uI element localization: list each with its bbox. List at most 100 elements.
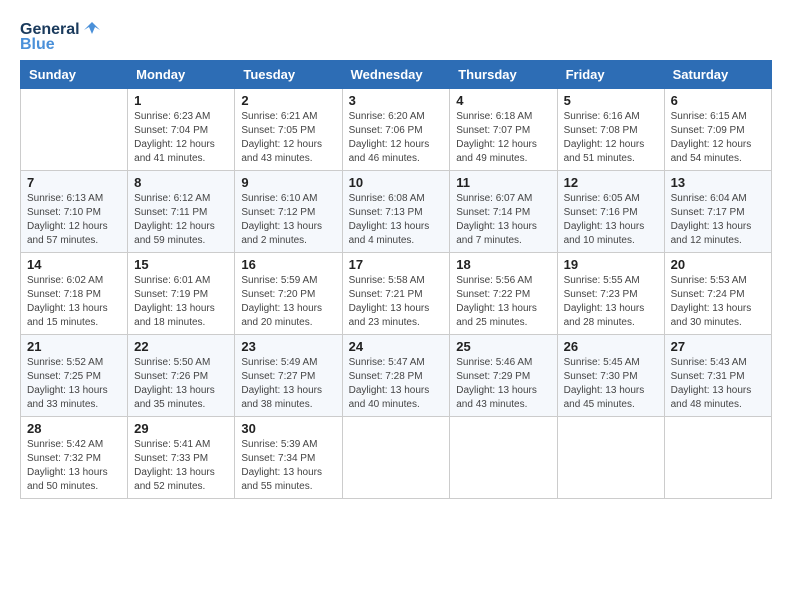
- calendar-week-row: 14 Sunrise: 6:02 AM Sunset: 7:18 PM Dayli…: [21, 253, 772, 335]
- calendar-day-cell: 19 Sunrise: 5:55 AM Sunset: 7:23 PM Dayli…: [557, 253, 664, 335]
- calendar-day-cell: 27 Sunrise: 5:43 AM Sunset: 7:31 PM Dayli…: [664, 335, 771, 417]
- calendar-day-cell: 20Sunrise: 5:53 AM Sunset: 7:24 PM Dayli…: [664, 253, 771, 335]
- calendar-day-cell: 5 Sunrise: 6:16 AM Sunset: 7:08 PM Daylig…: [557, 89, 664, 171]
- calendar-day-cell: 7 Sunrise: 6:13 AM Sunset: 7:10 PM Daylig…: [21, 171, 128, 253]
- calendar-header-cell: Monday: [128, 61, 235, 89]
- day-info: Sunrise: 6:07 AM Sunset: 7:14 PM Dayligh…: [456, 192, 550, 248]
- day-number: 13: [671, 175, 765, 190]
- day-number: 8: [134, 175, 228, 190]
- day-number: 18: [456, 257, 550, 272]
- day-number: 21: [27, 339, 121, 354]
- calendar-day-cell: [664, 417, 771, 499]
- calendar-day-cell: 24 Sunrise: 5:47 AM Sunset: 7:28 PM Dayli…: [342, 335, 450, 417]
- calendar-week-row: 21 Sunrise: 5:52 AM Sunset: 7:25 PM Dayli…: [21, 335, 772, 417]
- logo: General Blue: [20, 20, 102, 54]
- day-info: Sunrise: 5:47 AM Sunset: 7:28 PM Dayligh…: [349, 356, 444, 412]
- calendar-day-cell: 28Sunrise: 5:42 AM Sunset: 7:32 PM Dayli…: [21, 417, 128, 499]
- page-header: General Blue: [20, 20, 772, 54]
- calendar-day-cell: 23 Sunrise: 5:49 AM Sunset: 7:27 PM Dayli…: [235, 335, 342, 417]
- calendar-day-cell: 12 Sunrise: 6:05 AM Sunset: 7:16 PM Dayli…: [557, 171, 664, 253]
- calendar-day-cell: 21 Sunrise: 5:52 AM Sunset: 7:25 PM Dayli…: [21, 335, 128, 417]
- day-number: 26: [564, 339, 658, 354]
- calendar-day-cell: 1 Sunrise: 6:23 AM Sunset: 7:04 PM Daylig…: [128, 89, 235, 171]
- calendar-header-cell: Sunday: [21, 61, 128, 89]
- calendar-week-row: 28Sunrise: 5:42 AM Sunset: 7:32 PM Dayli…: [21, 417, 772, 499]
- day-info: Sunrise: 5:56 AM Sunset: 7:22 PM Dayligh…: [456, 274, 550, 330]
- day-info: Sunrise: 6:21 AM Sunset: 7:05 PM Dayligh…: [241, 110, 335, 166]
- calendar-day-cell: 14 Sunrise: 6:02 AM Sunset: 7:18 PM Dayli…: [21, 253, 128, 335]
- calendar-header-row: SundayMondayTuesdayWednesdayThursdayFrid…: [21, 61, 772, 89]
- day-number: 22: [134, 339, 228, 354]
- day-info: Sunrise: 6:15 AM Sunset: 7:09 PM Dayligh…: [671, 110, 765, 166]
- day-number: 12: [564, 175, 658, 190]
- calendar-day-cell: 6Sunrise: 6:15 AM Sunset: 7:09 PM Daylig…: [664, 89, 771, 171]
- day-number: 27: [671, 339, 765, 354]
- day-info: Sunrise: 5:39 AM Sunset: 7:34 PM Dayligh…: [241, 438, 335, 494]
- day-info: Sunrise: 6:20 AM Sunset: 7:06 PM Dayligh…: [349, 110, 444, 166]
- day-info: Sunrise: 6:02 AM Sunset: 7:18 PM Dayligh…: [27, 274, 121, 330]
- calendar-header-cell: Wednesday: [342, 61, 450, 89]
- day-info: Sunrise: 5:49 AM Sunset: 7:27 PM Dayligh…: [241, 356, 335, 412]
- calendar-table: SundayMondayTuesdayWednesdayThursdayFrid…: [20, 60, 772, 499]
- calendar-day-cell: 9Sunrise: 6:10 AM Sunset: 7:12 PM Daylig…: [235, 171, 342, 253]
- day-info: Sunrise: 6:23 AM Sunset: 7:04 PM Dayligh…: [134, 110, 228, 166]
- logo-container: General Blue: [20, 20, 102, 54]
- calendar-header-cell: Saturday: [664, 61, 771, 89]
- calendar-day-cell: 8 Sunrise: 6:12 AM Sunset: 7:11 PM Daylig…: [128, 171, 235, 253]
- day-info: Sunrise: 6:16 AM Sunset: 7:08 PM Dayligh…: [564, 110, 658, 166]
- day-number: 20: [671, 257, 765, 272]
- day-info: Sunrise: 5:55 AM Sunset: 7:23 PM Dayligh…: [564, 274, 658, 330]
- day-number: 16: [241, 257, 335, 272]
- day-number: 10: [349, 175, 444, 190]
- calendar-day-cell: [342, 417, 450, 499]
- logo-bird-icon: [82, 20, 102, 40]
- day-number: 3: [349, 93, 444, 108]
- calendar-day-cell: 3 Sunrise: 6:20 AM Sunset: 7:06 PM Daylig…: [342, 89, 450, 171]
- day-number: 1: [134, 93, 228, 108]
- day-info: Sunrise: 6:08 AM Sunset: 7:13 PM Dayligh…: [349, 192, 444, 248]
- calendar-header-cell: Friday: [557, 61, 664, 89]
- calendar-day-cell: 22 Sunrise: 5:50 AM Sunset: 7:26 PM Dayli…: [128, 335, 235, 417]
- day-info: Sunrise: 5:52 AM Sunset: 7:25 PM Dayligh…: [27, 356, 121, 412]
- day-number: 11: [456, 175, 550, 190]
- day-number: 14: [27, 257, 121, 272]
- calendar-day-cell: 16 Sunrise: 5:59 AM Sunset: 7:20 PM Dayli…: [235, 253, 342, 335]
- calendar-day-cell: 15 Sunrise: 6:01 AM Sunset: 7:19 PM Dayli…: [128, 253, 235, 335]
- day-info: Sunrise: 6:12 AM Sunset: 7:11 PM Dayligh…: [134, 192, 228, 248]
- day-info: Sunrise: 6:10 AM Sunset: 7:12 PM Dayligh…: [241, 192, 335, 248]
- day-info: Sunrise: 5:45 AM Sunset: 7:30 PM Dayligh…: [564, 356, 658, 412]
- day-info: Sunrise: 6:01 AM Sunset: 7:19 PM Dayligh…: [134, 274, 228, 330]
- day-info: Sunrise: 6:04 AM Sunset: 7:17 PM Dayligh…: [671, 192, 765, 248]
- day-number: 25: [456, 339, 550, 354]
- day-number: 15: [134, 257, 228, 272]
- day-info: Sunrise: 6:13 AM Sunset: 7:10 PM Dayligh…: [27, 192, 121, 248]
- day-number: 23: [241, 339, 335, 354]
- day-number: 19: [564, 257, 658, 272]
- day-number: 7: [27, 175, 121, 190]
- day-info: Sunrise: 6:18 AM Sunset: 7:07 PM Dayligh…: [456, 110, 550, 166]
- calendar-day-cell: 17Sunrise: 5:58 AM Sunset: 7:21 PM Dayli…: [342, 253, 450, 335]
- day-info: Sunrise: 5:43 AM Sunset: 7:31 PM Dayligh…: [671, 356, 765, 412]
- day-number: 24: [349, 339, 444, 354]
- calendar-day-cell: 11 Sunrise: 6:07 AM Sunset: 7:14 PM Dayli…: [450, 171, 557, 253]
- calendar-week-row: 7 Sunrise: 6:13 AM Sunset: 7:10 PM Daylig…: [21, 171, 772, 253]
- day-number: 30: [241, 421, 335, 436]
- day-number: 29: [134, 421, 228, 436]
- logo-text-blue: Blue: [20, 36, 55, 54]
- calendar-header-cell: Thursday: [450, 61, 557, 89]
- calendar-day-cell: 4 Sunrise: 6:18 AM Sunset: 7:07 PM Daylig…: [450, 89, 557, 171]
- calendar-day-cell: 13 Sunrise: 6:04 AM Sunset: 7:17 PM Dayli…: [664, 171, 771, 253]
- calendar-day-cell: 2Sunrise: 6:21 AM Sunset: 7:05 PM Daylig…: [235, 89, 342, 171]
- day-info: Sunrise: 5:50 AM Sunset: 7:26 PM Dayligh…: [134, 356, 228, 412]
- calendar-day-cell: 30 Sunrise: 5:39 AM Sunset: 7:34 PM Dayli…: [235, 417, 342, 499]
- calendar-day-cell: 26 Sunrise: 5:45 AM Sunset: 7:30 PM Dayli…: [557, 335, 664, 417]
- calendar-day-cell: 25Sunrise: 5:46 AM Sunset: 7:29 PM Dayli…: [450, 335, 557, 417]
- day-number: 4: [456, 93, 550, 108]
- day-number: 28: [27, 421, 121, 436]
- calendar-header-cell: Tuesday: [235, 61, 342, 89]
- calendar-day-cell: [557, 417, 664, 499]
- calendar-day-cell: 29Sunrise: 5:41 AM Sunset: 7:33 PM Dayli…: [128, 417, 235, 499]
- day-info: Sunrise: 6:05 AM Sunset: 7:16 PM Dayligh…: [564, 192, 658, 248]
- day-info: Sunrise: 5:59 AM Sunset: 7:20 PM Dayligh…: [241, 274, 335, 330]
- day-number: 5: [564, 93, 658, 108]
